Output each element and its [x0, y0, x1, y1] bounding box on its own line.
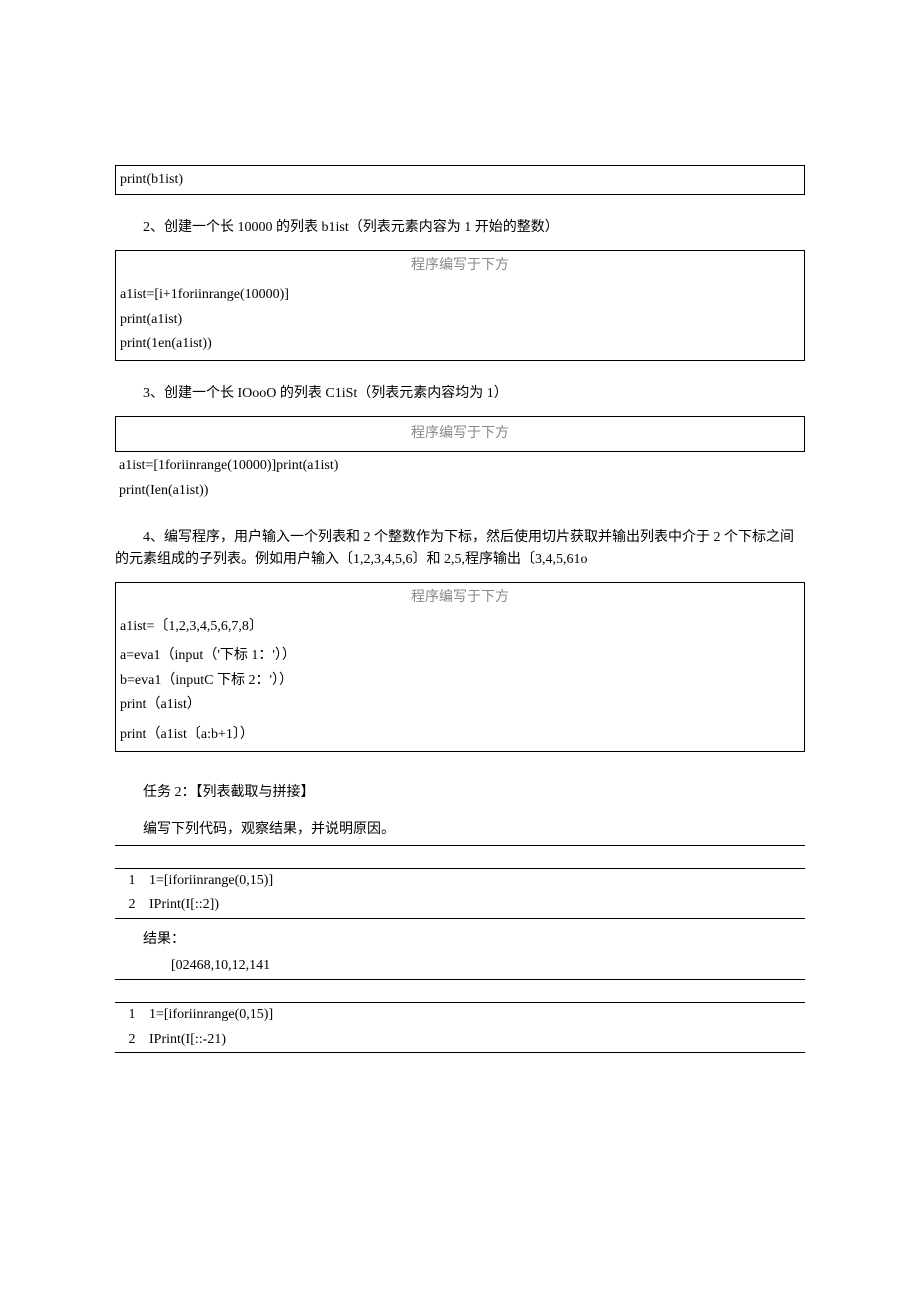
task-2-instruction: 编写下列代码，观察结果，并说明原因。 — [115, 816, 805, 845]
code-line: a1ist=[1foriinrange(10000)]print(a1ist) — [119, 454, 801, 478]
question-4-prompt: 4、编写程序，用户输入一个列表和 2 个整数作为下标，然后使用切片获取并输出列表… — [115, 527, 805, 572]
question-2-prompt: 2、创建一个长 10000 的列表 b1ist（列表元素内容为 1 开始的整数） — [115, 217, 805, 239]
line-number: 2 — [115, 1029, 149, 1051]
code-line: print（a1ist） — [120, 693, 800, 717]
numbered-row: 2 IPrint(I[::-21) — [115, 1028, 805, 1052]
code-line: print(Ien(a1ist)) — [119, 479, 801, 503]
task-2-title: 任务 2：【列表截取与拼接】 — [115, 782, 805, 804]
document-page: print(b1ist) 2、创建一个长 10000 的列表 b1ist（列表元… — [0, 0, 920, 1301]
code-line: print（a1ist〔a:b+1〕） — [120, 718, 800, 747]
numbered-row: 2 IPrint(I[::2]) — [115, 893, 805, 917]
code-text: 1=[iforiinrange(0,15)] — [149, 870, 805, 892]
code-line: b=eva1（inputC 下标 2：'）） — [120, 669, 800, 693]
result-label: 结果： — [115, 927, 805, 953]
code-snippet-a: 1 1=[iforiinrange(0,15)] 2 IPrint(I[::2]… — [115, 868, 805, 919]
result-value: [02468,10,12,141 — [115, 953, 805, 980]
code-line: a=eva1（input（'下标 1：'）） — [120, 644, 800, 668]
code-line: print(a1ist) — [120, 308, 800, 332]
code-box-2: 程序编写于下方 a1ist=[i+1foriinrange(10000)] pr… — [115, 250, 805, 362]
numbered-row: 1 1=[iforiinrange(0,15)] — [115, 1003, 805, 1027]
code-line: print(b1ist) — [120, 168, 800, 192]
code-text: IPrint(I[::-21) — [149, 1029, 805, 1051]
code-header: 程序编写于下方 — [120, 419, 800, 449]
code-box-4: 程序编写于下方 a1ist=〔1,2,3,4,5,6,7,8〕 a=eva1（i… — [115, 582, 805, 752]
code-lines: a1ist=〔1,2,3,4,5,6,7,8〕 a=eva1（input（'下标… — [116, 613, 804, 751]
code-text: IPrint(I[::2]) — [149, 894, 805, 916]
line-number: 1 — [115, 1004, 149, 1026]
result-section-a: 结果： [02468,10,12,141 — [115, 927, 805, 981]
code-text: 1=[iforiinrange(0,15)] — [149, 1004, 805, 1026]
code-box-3: 程序编写于下方 a1ist=[1foriinrange(10000)]print… — [115, 416, 805, 505]
code-line: a1ist=[i+1foriinrange(10000)] — [120, 283, 800, 307]
line-number: 2 — [115, 894, 149, 916]
code-line: print(1en(a1ist)) — [120, 332, 800, 356]
code-header: 程序编写于下方 — [116, 251, 804, 281]
code-box-1: print(b1ist) — [115, 165, 805, 195]
code-header: 程序编写于下方 — [116, 583, 804, 613]
code-lines: a1ist=[i+1foriinrange(10000)] print(a1is… — [116, 281, 804, 360]
question-3-prompt: 3、创建一个长 IOooO 的列表 C1iSt（列表元素内容均为 1） — [115, 383, 805, 405]
line-number: 1 — [115, 870, 149, 892]
numbered-row: 1 1=[iforiinrange(0,15)] — [115, 869, 805, 893]
code-snippet-b: 1 1=[iforiinrange(0,15)] 2 IPrint(I[::-2… — [115, 1002, 805, 1053]
code-line: a1ist=〔1,2,3,4,5,6,7,8〕 — [120, 615, 800, 644]
